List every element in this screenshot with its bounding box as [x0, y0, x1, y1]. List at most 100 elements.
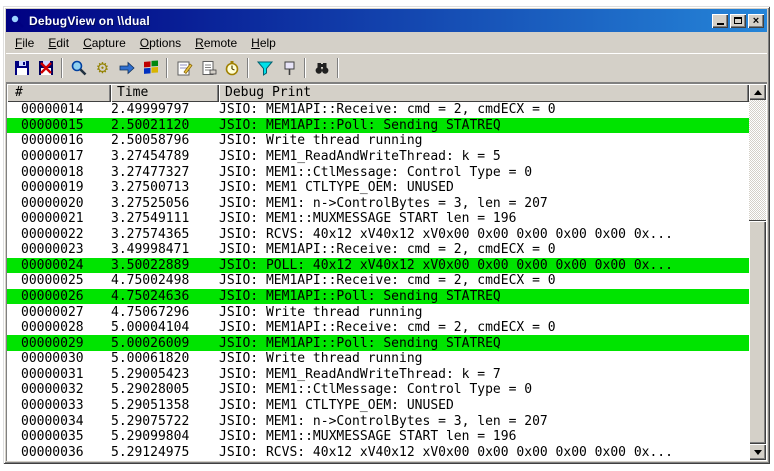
log-rows: 00000014 2.49999797 JSIO: MEM1API::Recei…	[7, 102, 749, 460]
magnifier-icon	[10, 13, 24, 28]
log-row-seq: 00000023	[21, 242, 84, 258]
log-row-seq: 00000016	[21, 133, 84, 149]
magnifier-button[interactable]	[67, 57, 90, 79]
log-row[interactable]: 00000033 5.29051358 JSIO: MEM1 CTLTYPE_O…	[7, 398, 749, 414]
menu-item[interactable]: Help	[244, 34, 283, 52]
log-row[interactable]: 00000028 5.00004104 JSIO: MEM1API::Recei…	[7, 320, 749, 336]
gear-icon: ⚙	[95, 58, 110, 77]
log-row-message: JSIO: MEM1API::Poll: Sending STATREQ	[219, 335, 501, 351]
log-row-message: JSIO: MEM1::CtlMessage: Control Type = 0	[219, 164, 533, 180]
log-row[interactable]: 00000030 5.00061820 JSIO: Write thread r…	[7, 351, 749, 367]
log-row[interactable]: 00000026 4.75024636 JSIO: MEM1API::Poll:…	[7, 288, 749, 305]
floppy-save-button[interactable]	[10, 57, 33, 79]
arrow-right-button[interactable]	[115, 57, 138, 79]
log-row-time: 3.49998471	[111, 242, 190, 258]
column-header-seq[interactable]: #	[7, 84, 111, 102]
minimize-button[interactable]	[712, 13, 728, 28]
log-row-seq: 00000028	[21, 320, 84, 336]
log-row[interactable]: 00000021 3.27549111 JSIO: MEM1::MUXMESSA…	[7, 211, 749, 227]
arrow-down-icon	[753, 449, 762, 455]
log-row[interactable]: 00000029 5.00026009 JSIO: MEM1API::Poll:…	[7, 335, 749, 351]
log-row-seq: 00000036	[21, 444, 84, 460]
menu-item[interactable]: Edit	[41, 34, 76, 52]
log-row[interactable]: 00000025 4.75002498 JSIO: MEM1API::Recei…	[7, 273, 749, 289]
floppy-save-icon	[14, 61, 29, 75]
log-row[interactable]: 00000023 3.49998471 JSIO: MEM1API::Recei…	[7, 242, 749, 258]
log-row[interactable]: 00000035 5.29099804 JSIO: MEM1::MUXMESSA…	[7, 429, 749, 445]
log-row[interactable]: 00000014 2.49999797 JSIO: MEM1API::Recei…	[7, 102, 749, 118]
maximize-button[interactable]	[730, 13, 746, 28]
log-row-message: JSIO: MEM1API::Receive: cmd = 2, cmdECX …	[219, 242, 556, 258]
log-row-time: 5.29075722	[111, 413, 190, 429]
log-row-time: 2.50058796	[111, 133, 190, 149]
log-row-message: JSIO: MEM1API::Receive: cmd = 2, cmdECX …	[219, 320, 556, 336]
log-row[interactable]: 00000036 5.29124975 JSIO: RCVS: 40x12 xV…	[7, 444, 749, 460]
stopwatch-icon	[225, 61, 238, 76]
gear-button[interactable]: ⚙	[91, 57, 114, 79]
column-header-time[interactable]: Time	[111, 84, 219, 102]
highlight-marker-button[interactable]	[277, 57, 300, 79]
document-button[interactable]	[196, 57, 219, 79]
menu-bar: File Edit Capture Options Remote Help	[6, 32, 767, 53]
title-bar[interactable]: DebugView on \\dual ×	[6, 9, 767, 32]
log-row-message: JSIO: MEM1 CTLTYPE_OEM: UNUSED	[219, 180, 454, 196]
log-row-seq: 00000031	[21, 366, 84, 382]
toolbar-separator	[304, 58, 306, 78]
log-row[interactable]: 00000016 2.50058796 JSIO: Write thread r…	[7, 133, 749, 149]
menu-item[interactable]: Options	[133, 34, 188, 52]
menu-item[interactable]: File	[8, 34, 41, 52]
log-row-message: JSIO: Write thread running	[219, 304, 423, 320]
log-row-message: JSIO: MEM1::MUXMESSAGE START len = 196	[219, 429, 517, 445]
log-row-seq: 00000019	[21, 180, 84, 196]
log-row-message: JSIO: Write thread running	[219, 133, 423, 149]
log-row-message: JSIO: MEM1::MUXMESSAGE START len = 196	[219, 211, 517, 227]
log-row[interactable]: 00000034 5.29075722 JSIO: MEM1: n->Contr…	[7, 413, 749, 429]
log-row-message: JSIO: MEM1API::Receive: cmd = 2, cmdECX …	[219, 102, 556, 118]
menu-item[interactable]: Remote	[188, 34, 244, 52]
log-row-seq: 00000014	[21, 102, 84, 118]
log-row-time: 3.27549111	[111, 211, 190, 227]
menu-item[interactable]: Capture	[76, 34, 133, 52]
log-row-time: 5.00061820	[111, 351, 190, 367]
log-row-seq: 00000032	[21, 382, 84, 398]
log-row[interactable]: 00000027 4.75067296 JSIO: Write thread r…	[7, 304, 749, 320]
log-row[interactable]: 00000019 3.27500713 JSIO: MEM1 CTLTYPE_O…	[7, 180, 749, 196]
log-row-message: JSIO: MEM1_ReadAndWriteThread: k = 7	[219, 366, 501, 382]
log-row[interactable]: 00000020 3.27525056 JSIO: MEM1: n->Contr…	[7, 195, 749, 211]
scrollbar-thumb[interactable]	[749, 220, 766, 444]
toolbar-separator	[247, 58, 249, 78]
log-listview: # Time Debug Print 00000014 2.49999797 J…	[6, 83, 767, 461]
log-row[interactable]: 00000017 3.27454789 JSIO: MEM1_ReadAndWr…	[7, 149, 749, 165]
log-row-message: JSIO: RCVS: 40x12 xV40x12 xV0x00 0x00 0x…	[219, 226, 673, 242]
document-icon	[202, 61, 216, 75]
log-row[interactable]: 00000015 2.50021120 JSIO: MEM1API::Poll:…	[7, 117, 749, 134]
vertical-scrollbar[interactable]	[749, 84, 766, 460]
scroll-down-button[interactable]	[749, 444, 766, 460]
log-row[interactable]: 00000031 5.29005423 JSIO: MEM1_ReadAndWr…	[7, 367, 749, 383]
clipboard-pencil-button[interactable]	[172, 57, 195, 79]
binoculars-button[interactable]	[310, 57, 333, 79]
close-button[interactable]: ×	[748, 13, 764, 28]
log-row-time: 3.27500713	[111, 180, 190, 196]
windows-logo-button[interactable]	[139, 57, 162, 79]
stopwatch-button[interactable]	[220, 57, 243, 79]
log-row-time: 3.27477327	[111, 164, 190, 180]
toolbar-separator	[61, 58, 63, 78]
floppy-log-button[interactable]	[34, 57, 57, 79]
log-row[interactable]: 00000018 3.27477327 JSIO: MEM1::CtlMessa…	[7, 164, 749, 180]
scrollbar-track[interactable]	[749, 100, 766, 444]
log-row-seq: 00000017	[21, 148, 84, 164]
log-row-message: JSIO: RCVS: 40x12 xV40x12 xV0x00 0x00 0x…	[219, 444, 673, 460]
log-row[interactable]: 00000032 5.29028005 JSIO: MEM1::CtlMessa…	[7, 382, 749, 398]
windows-logo-icon	[143, 60, 158, 74]
log-row-message: JSIO: MEM1API::Poll: Sending STATREQ	[219, 289, 501, 305]
log-row-message: JSIO: MEM1: n->ControlBytes = 3, len = 2…	[219, 195, 548, 211]
log-row[interactable]: 00000024 3.50022889 JSIO: POLL: 40x12 xV…	[7, 257, 749, 274]
log-row-seq: 00000025	[21, 273, 84, 289]
log-row-message: JSIO: POLL: 40x12 xV40x12 xV0x00 0x00 0x…	[219, 257, 673, 273]
log-row[interactable]: 00000022 3.27574365 JSIO: RCVS: 40x12 xV…	[7, 227, 749, 243]
filter-funnel-button[interactable]	[253, 57, 276, 79]
column-header-debug-print[interactable]: Debug Print	[219, 84, 749, 102]
scroll-up-button[interactable]	[749, 84, 766, 100]
log-row-seq: 00000026	[21, 289, 84, 305]
